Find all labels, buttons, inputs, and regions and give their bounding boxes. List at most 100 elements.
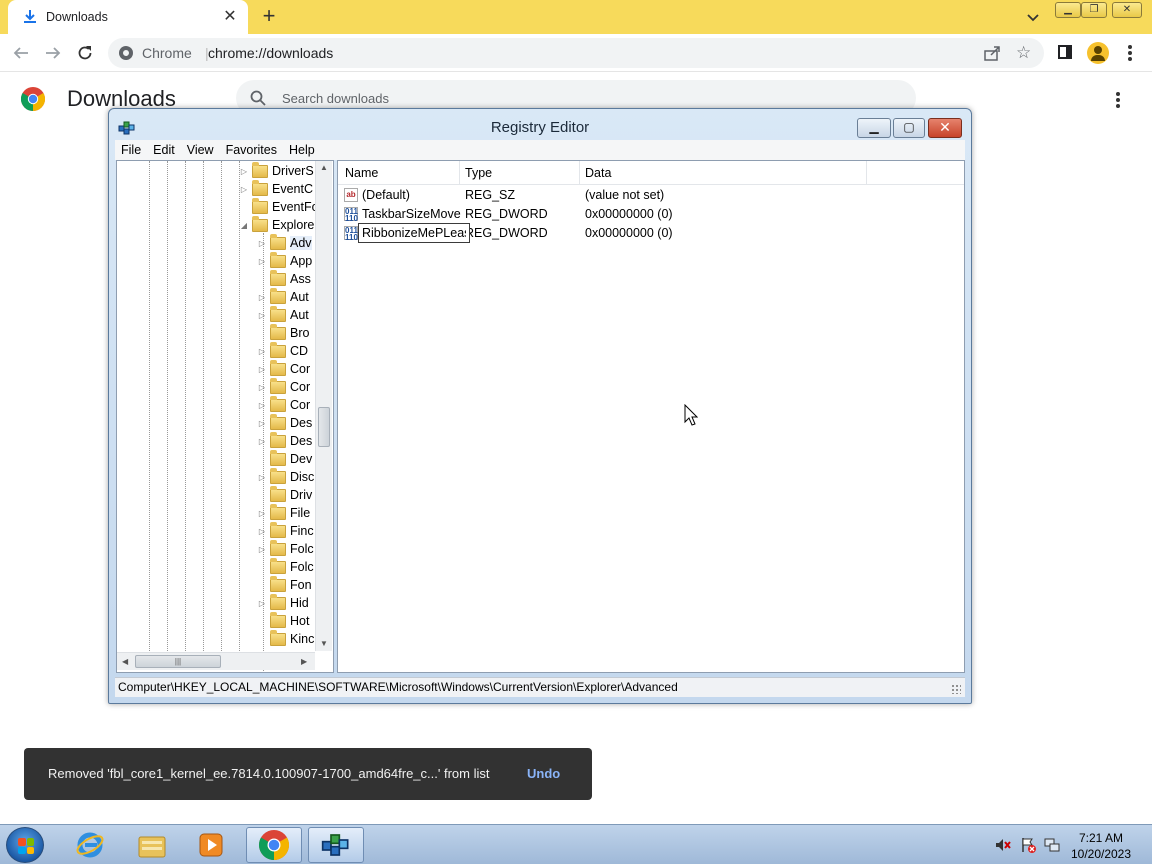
expand-arrow-icon[interactable]: ▷ [257,239,267,248]
menu-edit[interactable]: Edit [147,143,181,157]
tree-key-item[interactable]: ▷ App [257,251,312,270]
expand-arrow-icon[interactable]: ▷ [257,545,267,554]
menu-favorites[interactable]: Favorites [220,143,283,157]
tree-key-item[interactable]: ▷ Des [257,413,312,432]
profile-avatar-icon[interactable] [1087,42,1109,64]
tree-key-item[interactable]: ▷ Cor [257,377,310,396]
undo-button[interactable]: Undo [527,766,560,781]
tree-key-item[interactable]: ▷ DriverS [239,161,314,180]
taskbar-media-player[interactable] [183,827,239,863]
tree-key-item[interactable]: ▷ Disc [257,467,314,486]
taskbar-registry-editor[interactable] [308,827,364,863]
tree-vscroll-thumb[interactable] [318,407,330,447]
taskbar-chrome[interactable] [246,827,302,863]
close-tab-icon[interactable]: ✕ [222,9,238,25]
regedit-maximize-button[interactable]: ▢ [893,118,925,138]
system-clock[interactable]: 7:21 AM 10/20/2023 [1066,830,1136,862]
column-name[interactable]: Name [345,166,378,180]
scroll-right-icon[interactable]: ▶ [301,657,307,666]
expand-arrow-icon[interactable]: ▷ [257,347,267,356]
side-panel-icon[interactable] [1058,45,1072,59]
tree-key-item[interactable]: ▷ Adv [257,233,312,252]
value-row[interactable]: 011 110 TaskbarSizeMove REG_DWORD 0x00000… [338,205,964,224]
close-browser-button[interactable]: ✕ [1112,2,1142,18]
tree-key-item[interactable]: ▷ Des [257,431,312,450]
tab-search-icon[interactable] [1024,8,1042,26]
tree-key-item[interactable]: ▷ Finc [257,521,314,540]
registry-key-tree[interactable]: ▷ DriverS ▷ EventC EventFo ◢ Explore ▷ Adv ▷ App As… [116,160,334,673]
tree-key-item[interactable]: ▷ Cor [257,359,310,378]
tree-key-item[interactable]: Folc [257,557,314,576]
tree-key-item[interactable]: EventFo [239,197,319,216]
tree-key-item[interactable]: ▷ Aut [257,287,309,306]
reload-icon[interactable] [74,42,96,64]
tree-key-item[interactable]: Bro [257,323,309,342]
menu-help[interactable]: Help [283,143,321,157]
minimize-browser-button[interactable]: ▁ [1055,2,1081,18]
expand-arrow-icon[interactable]: ▷ [257,311,267,320]
rename-value-input[interactable] [358,223,470,243]
back-arrow-icon[interactable] [10,42,32,64]
network-icon[interactable] [1044,837,1060,853]
tree-hscroll-thumb[interactable]: ||| [135,655,221,668]
tree-horizontal-scrollbar[interactable]: ◀ ||| ▶ [117,652,315,670]
regedit-minimize-button[interactable]: ▁ [857,118,891,138]
action-center-flag-icon[interactable] [1020,837,1036,853]
column-divider[interactable] [866,161,867,185]
expand-arrow-icon[interactable]: ▷ [239,185,249,194]
tree-key-item[interactable]: ▷ Hid [257,593,309,612]
expand-arrow-icon[interactable]: ▷ [257,257,267,266]
registry-values-list[interactable]: Name Type Data ab (Default) REG_SZ (valu… [337,160,965,673]
collapse-arrow-icon[interactable]: ◢ [239,221,249,230]
chrome-menu-icon[interactable] [1128,45,1132,63]
column-data[interactable]: Data [585,166,611,180]
scroll-down-icon[interactable]: ▼ [320,639,328,648]
forward-arrow-icon[interactable] [42,42,64,64]
new-tab-button[interactable]: + [258,5,280,28]
tree-key-item[interactable]: ▷ File [257,503,310,522]
tree-key-item[interactable]: Ass [257,269,311,288]
downloads-more-icon[interactable] [1116,92,1120,110]
resize-grip-icon[interactable] [951,684,961,694]
address-bar[interactable]: Chrome | chrome://downloads ☆ [108,38,1044,68]
expand-arrow-icon[interactable]: ▷ [257,383,267,392]
value-row[interactable]: ab (Default) REG_SZ (value not set) [338,186,964,205]
tab-downloads[interactable]: Downloads ✕ [8,0,248,34]
start-button[interactable] [6,827,44,863]
expand-arrow-icon[interactable]: ▷ [257,509,267,518]
scroll-left-icon[interactable]: ◀ [122,657,128,666]
tree-key-item[interactable]: ▷ Folc [257,539,314,558]
tree-key-item[interactable]: Kinc [257,629,314,648]
tree-key-item[interactable]: Fon [257,575,312,594]
search-downloads-input[interactable] [282,88,882,108]
scroll-up-icon[interactable]: ▲ [320,163,328,172]
expand-arrow-icon[interactable]: ▷ [239,167,249,176]
tree-key-item[interactable]: ▷ CD [257,341,308,360]
column-divider[interactable] [579,161,580,185]
bookmark-star-icon[interactable]: ☆ [1016,43,1031,63]
value-row[interactable]: 011 110 REG_DWORD 0x00000000 (0) [338,223,964,243]
taskbar-file-explorer[interactable] [124,827,180,863]
expand-arrow-icon[interactable]: ▷ [257,599,267,608]
tree-key-item[interactable]: ▷ EventC [239,179,313,198]
tree-key-item[interactable]: ◢ Explore [239,215,314,234]
taskbar-internet-explorer[interactable] [62,827,118,863]
expand-arrow-icon[interactable]: ▷ [257,293,267,302]
regedit-close-button[interactable]: ✕ [928,118,962,138]
omnibox-url[interactable]: chrome://downloads [208,45,333,61]
share-icon[interactable] [984,45,1002,61]
expand-arrow-icon[interactable]: ▷ [257,365,267,374]
tree-key-item[interactable]: Dev [257,449,312,468]
expand-arrow-icon[interactable]: ▷ [257,437,267,446]
tree-vertical-scrollbar[interactable]: ▲ ▼ [315,161,332,651]
tree-key-item[interactable]: ▷ Cor [257,395,310,414]
column-divider[interactable] [459,161,460,185]
restore-browser-button[interactable]: ❐ [1081,2,1107,18]
tree-key-item[interactable]: Hot [257,611,309,630]
expand-arrow-icon[interactable]: ▷ [257,419,267,428]
menu-file[interactable]: File [115,143,147,157]
expand-arrow-icon[interactable]: ▷ [257,473,267,482]
expand-arrow-icon[interactable]: ▷ [257,401,267,410]
menu-view[interactable]: View [181,143,220,157]
column-type[interactable]: Type [465,166,492,180]
